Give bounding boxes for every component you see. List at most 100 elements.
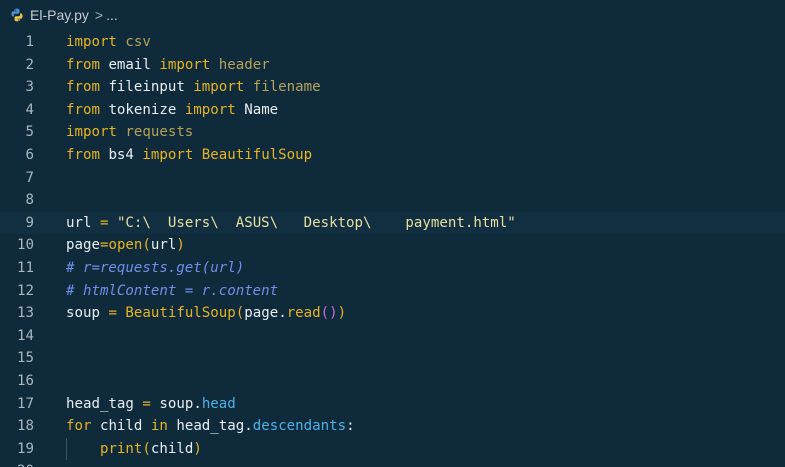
line-content: # r=requests.get(url) [66,257,244,280]
code-token: ) [193,440,202,457]
breadcrumb-file[interactable]: El-Pay.py [0,7,89,23]
code-token: import [184,101,236,118]
code-line[interactable]: 10 page=open(url) [0,234,785,257]
line-content: # htmlContent = r.content [66,280,278,303]
line-content: import requests [66,121,193,144]
code-token: url [66,214,92,231]
line-content: from email import header [66,54,270,77]
line-number: 7 [25,169,35,186]
breadcrumb-file-name: El-Pay.py [30,7,89,23]
code-token: . [278,305,287,322]
code-line[interactable]: 2 from email import header [0,54,785,77]
line-content: from fileinput import filename [66,76,321,99]
line-number: 9 [25,214,35,231]
code-line[interactable]: 11 # r=requests.get(url) [0,257,785,280]
line-number: 3 [25,79,35,96]
line-content: page=open(url) [66,234,185,257]
code-token: url [150,237,177,254]
line-number: 13 [17,305,34,322]
line-number: 15 [17,350,34,367]
line-number: 14 [17,327,34,344]
code-token: csv [116,34,151,50]
line-content: soup = BeautifulSoup(page.read()) [66,302,346,325]
code-token: open [108,237,143,254]
line-content: url = "C:\ Users\ ASUS\ Desktop\ payment… [66,212,516,235]
line-content: from bs4 import BeautifulSoup [66,144,312,167]
code-token: filename [244,79,321,96]
code-line[interactable]: 3 from fileinput import filename [0,76,785,99]
line-number: 8 [25,192,35,209]
code-line[interactable]: 4 from tokenize import Name [0,99,785,122]
code-token: soup [66,305,100,322]
line-number: 12 [17,282,34,299]
code-token: "C:\ Users\ ASUS\ Desktop\ payment.html" [116,214,516,231]
code-token: = [91,214,117,231]
code-token: child [91,418,151,435]
code-line[interactable]: 13 soup = BeautifulSoup(page.read()) [0,302,785,325]
code-token: = [133,395,160,412]
code-token: tokenize [99,101,185,118]
code-token: BeautifulSoup [125,305,236,322]
chevron-right-icon: > [94,7,104,23]
code-line[interactable]: 5 import requests [0,121,785,144]
code-token: ) [337,305,347,322]
breadcrumb-more[interactable]: ... [106,7,118,23]
line-number: 5 [25,124,35,141]
line-content: head_tag = soup.head [66,393,236,416]
code-token: requests [116,124,194,141]
code-token: from [66,79,100,96]
code-token: import [193,79,245,96]
code-line[interactable]: 1 import csv [0,31,785,54]
line-number: 20 [0,460,34,467]
line-number: 19 [17,440,34,457]
code-token: from [66,56,100,73]
code-line[interactable]: 6 from bs4 import BeautifulSoup [0,144,785,167]
code-token: ) [176,237,185,254]
code-token: read [286,305,321,322]
code-line[interactable]: 16 [0,370,785,393]
code-token: email [99,56,160,73]
code-line[interactable]: 14 [0,325,785,348]
code-token: head_tag [66,395,134,412]
code-token: . [244,418,253,435]
line-number: 4 [25,101,35,118]
code-token: BeautifulSoup [193,146,313,163]
line-content: import csv [66,31,151,54]
code-token: # r=requests.get(url) [66,259,245,276]
code-token: soup [159,395,194,412]
code-token: import [66,124,117,141]
code-token: from [66,146,100,163]
code-line[interactable]: 9 url = "C:\ Users\ ASUS\ Desktop\ paymen… [0,211,785,235]
code-token: : [346,418,355,435]
code-area[interactable]: 1 import csv 2 from email import header 3 fro… [0,31,785,467]
code-token: () [320,305,338,322]
code-line[interactable]: 20 [0,460,785,467]
code-token: head_tag [167,418,245,435]
code-editor[interactable]: El-Pay.py > ... 1 import csv 2 from email i… [0,0,785,467]
line-number: 17 [17,395,34,412]
line-content: for child in head_tag.descendants: [66,415,355,438]
code-line[interactable]: 19 print(child) [0,437,785,461]
code-line[interactable]: 8 [0,189,785,212]
code-token: for [66,418,92,435]
code-token: Name [235,101,279,118]
line-number: 1 [25,34,35,50]
python-icon [10,8,24,22]
code-line[interactable]: 17 head_tag = soup.head [0,393,785,416]
code-line[interactable]: 15 [0,347,785,370]
code-token: = [99,305,126,322]
line-content: print(child) [66,438,202,461]
code-token: ( [142,237,151,254]
line-number: 2 [25,56,35,73]
code-token: from [66,101,100,118]
code-token: import [66,34,117,50]
code-token: ( [235,305,245,322]
code-line[interactable]: 7 [0,167,785,190]
code-token: page [66,237,100,254]
code-token: in [150,418,168,435]
code-token: . [193,395,202,412]
code-line[interactable]: 18 for child in head_tag.descendants: [0,415,785,438]
code-line[interactable]: 12 # htmlContent = r.content [0,280,785,303]
code-token: head [201,395,236,412]
